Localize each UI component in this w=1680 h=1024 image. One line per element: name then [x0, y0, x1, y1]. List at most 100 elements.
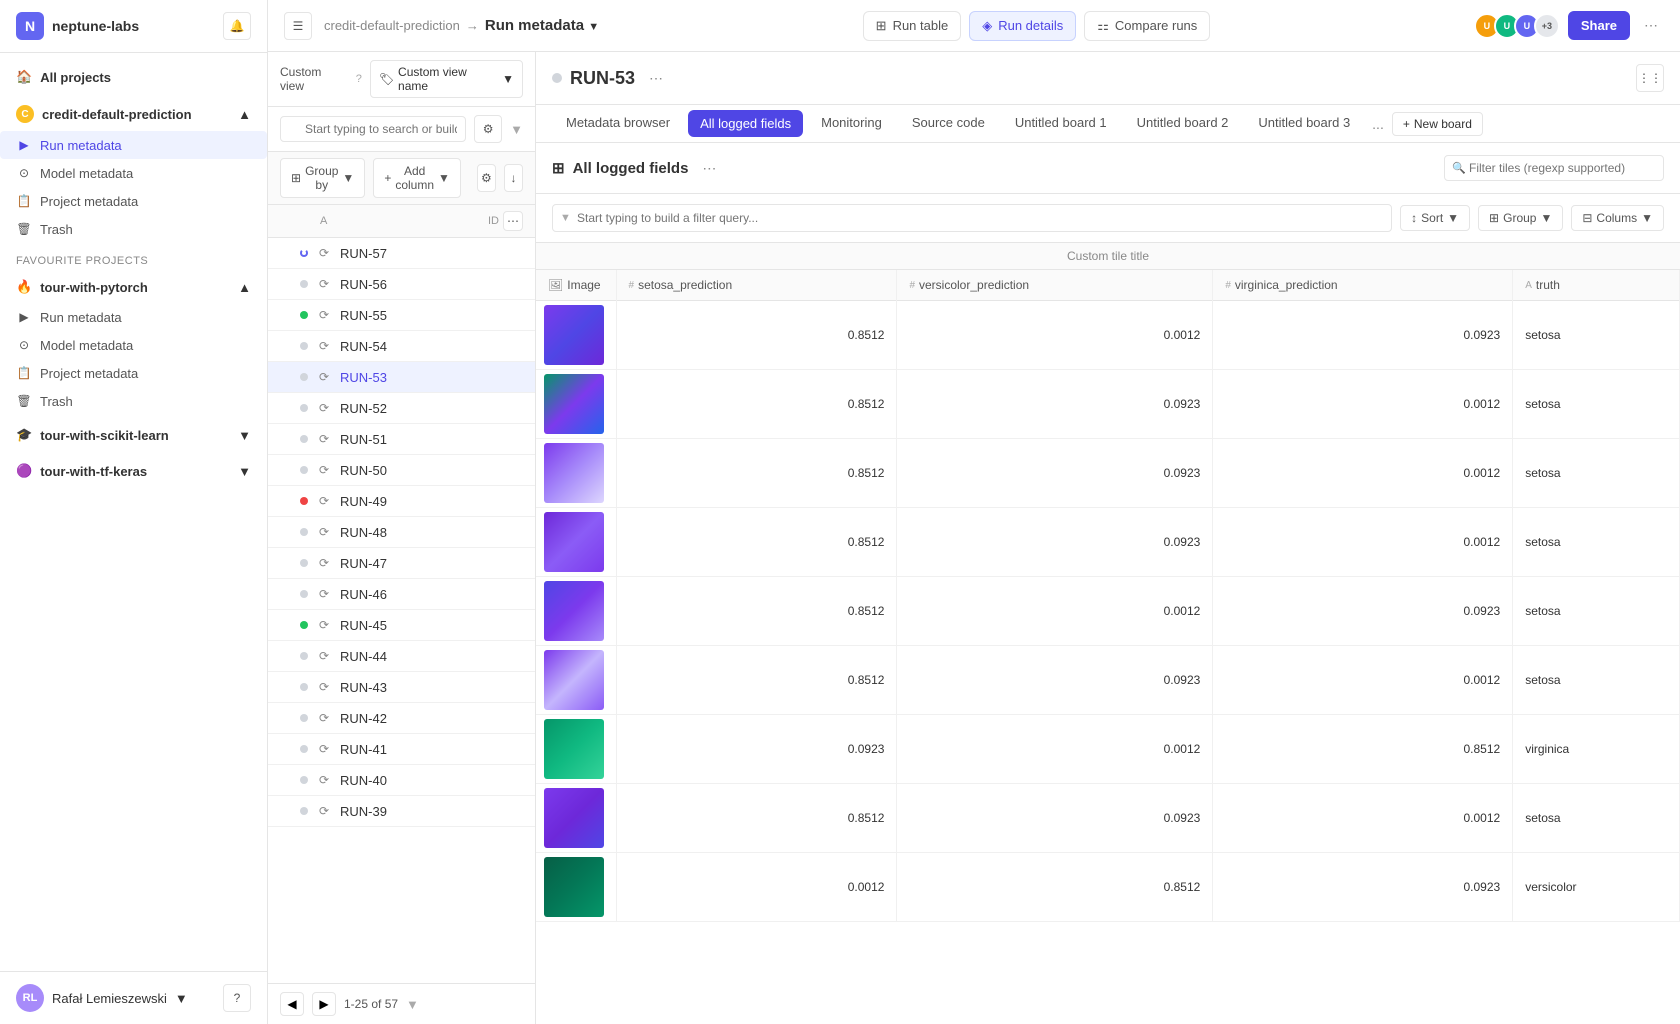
- tab-all-logged-fields[interactable]: All logged fields: [688, 110, 803, 137]
- filter-tiles-input[interactable]: [1444, 155, 1664, 181]
- run-search-input[interactable]: [280, 116, 466, 142]
- run-metadata-label: Run metadata: [40, 138, 122, 153]
- row-2-truth: setosa: [1513, 370, 1680, 439]
- download-button[interactable]: ↓: [504, 164, 523, 192]
- run-item-44[interactable]: ⟳ RUN-44: [268, 641, 535, 672]
- sidebar-toggle-button[interactable]: ☰: [284, 12, 312, 40]
- run-more-button[interactable]: ⋯: [643, 66, 669, 91]
- topbar-more-button[interactable]: ⋯: [1638, 13, 1664, 38]
- run-item-42[interactable]: ⟳ RUN-42: [268, 703, 535, 734]
- run-item-51[interactable]: ⟳ RUN-51: [268, 424, 535, 455]
- run-item-45[interactable]: ⟳ RUN-45: [268, 610, 535, 641]
- run-item-54[interactable]: ⟳ RUN-54: [268, 331, 535, 362]
- sidebar-item-pytorch-project-metadata[interactable]: 📋 Project metadata: [0, 359, 267, 387]
- run-41-type-icon: ⟳: [316, 741, 332, 757]
- adjust-columns-button[interactable]: ⚙: [477, 164, 496, 192]
- sklearn-project-section: 🎓 tour-with-scikit-learn ▼: [0, 419, 267, 451]
- custom-view-name-dropdown[interactable]: 🏷 Custom view name ▼: [370, 60, 523, 98]
- pytorch-project-header[interactable]: 🔥 tour-with-pytorch ▲: [0, 271, 267, 303]
- run-item-49[interactable]: ⟳ RUN-49: [268, 486, 535, 517]
- dropdown-arrow-icon[interactable]: ▼: [588, 21, 599, 33]
- run-item-43[interactable]: ⟳ RUN-43: [268, 672, 535, 703]
- col-versicolor: # versicolor_prediction: [897, 270, 1213, 301]
- topbar-right: U U U +3 Share ⋯: [1474, 11, 1664, 40]
- trash-icon: 🗑: [16, 221, 32, 237]
- run-table-button[interactable]: ⊞ Run table: [863, 11, 962, 41]
- run-51-type-icon: ⟳: [316, 431, 332, 447]
- tab-source-code-label: Source code: [912, 115, 985, 130]
- sidebar-item-pytorch-run-metadata[interactable]: ▶ Run metadata: [0, 303, 267, 331]
- pytorch-model-icon: ⊙: [16, 337, 32, 353]
- sidebar-item-pytorch-model-metadata[interactable]: ⊙ Model metadata: [0, 331, 267, 359]
- run-item-57[interactable]: ⟳ RUN-57: [268, 238, 535, 269]
- main-project-header[interactable]: C credit-default-prediction ▲: [0, 97, 267, 131]
- table-row: 0.0012 0.8512 0.0923 versicolor: [536, 853, 1680, 922]
- tab-metadata-browser[interactable]: Metadata browser: [552, 105, 684, 142]
- data-table[interactable]: 🖼 Image # setosa_prediction: [536, 270, 1680, 1024]
- pagination-chevron-icon[interactable]: ▼: [406, 997, 419, 1012]
- help-button[interactable]: ?: [223, 984, 251, 1012]
- run-41-checkbox: [280, 743, 292, 755]
- group-by-button[interactable]: ⊞ Group by ▼: [280, 158, 365, 198]
- sidebar-item-trash[interactable]: 🗑 Trash: [0, 215, 267, 243]
- keras-project-name: tour-with-tf-keras: [40, 464, 147, 479]
- all-projects-header[interactable]: 🏠 All projects: [0, 61, 267, 93]
- run-54-type-icon: ⟳: [316, 338, 332, 354]
- col-settings-icon[interactable]: ⋯: [503, 211, 523, 231]
- run-item-40[interactable]: ⟳ RUN-40: [268, 765, 535, 796]
- run-details-button[interactable]: ◈ Run details: [969, 11, 1076, 41]
- next-page-button[interactable]: ▶: [312, 992, 336, 1016]
- prev-page-button[interactable]: ◀: [280, 992, 304, 1016]
- sidebar-item-project-metadata[interactable]: 📋 Project metadata: [0, 187, 267, 215]
- workspace-logo[interactable]: N neptune-labs: [16, 12, 139, 40]
- share-button[interactable]: Share: [1568, 11, 1630, 40]
- group-button[interactable]: ⊞ Group ▼: [1478, 205, 1563, 231]
- run-item-47[interactable]: ⟳ RUN-47: [268, 548, 535, 579]
- add-column-button[interactable]: + Add column ▼: [373, 158, 461, 198]
- run-search-settings-button[interactable]: ⚙: [474, 115, 502, 143]
- group-chevron-icon: ▼: [1540, 211, 1552, 225]
- filter-query-input[interactable]: [552, 204, 1392, 232]
- run-item-55[interactable]: ⟳ RUN-55: [268, 300, 535, 331]
- sidebar-item-model-metadata[interactable]: ⊙ Model metadata: [0, 159, 267, 187]
- table-row: 0.8512 0.0012 0.0923 setosa: [536, 577, 1680, 646]
- tab-untitled-board-1[interactable]: Untitled board 1: [1001, 105, 1121, 142]
- run-55-status: [300, 311, 308, 319]
- run-item-53[interactable]: ⟳ RUN-53: [268, 362, 535, 393]
- columns-button[interactable]: ⊟ Colums ▼: [1571, 205, 1664, 231]
- new-board-button[interactable]: + New board: [1392, 112, 1483, 136]
- versicolor-col-type-icon: #: [909, 280, 915, 291]
- keras-project-header[interactable]: 🟣 tour-with-tf-keras ▼: [0, 455, 267, 487]
- notification-bell-icon[interactable]: 🔔: [223, 12, 251, 40]
- sklearn-project-header[interactable]: 🎓 tour-with-scikit-learn ▼: [0, 419, 267, 451]
- col-virginica: # virginica_prediction: [1213, 270, 1513, 301]
- run-47-name: RUN-47: [340, 556, 387, 571]
- tab-monitoring[interactable]: Monitoring: [807, 105, 896, 142]
- run-items-list: ⟳ RUN-57 ⟳ RUN-56 ⟳ RUN-55: [268, 238, 535, 983]
- sort-button[interactable]: ↕ Sort ▼: [1400, 205, 1470, 231]
- user-info[interactable]: RL Rafał Lemieszewski ▼: [16, 984, 188, 1012]
- tab-untitled-board-2[interactable]: Untitled board 2: [1123, 105, 1243, 142]
- row-2-virginica: 0.0012: [1213, 370, 1513, 439]
- more-tabs-button[interactable]: ...: [1366, 112, 1390, 136]
- row-9-virginica: 0.0923: [1213, 853, 1513, 922]
- model-metadata-icon: ⊙: [16, 165, 32, 181]
- tab-source-code[interactable]: Source code: [898, 105, 999, 142]
- run-item-52[interactable]: ⟳ RUN-52: [268, 393, 535, 424]
- run-item-39[interactable]: ⟳ RUN-39: [268, 796, 535, 827]
- detail-options-button[interactable]: ⋮⋮: [1636, 64, 1664, 92]
- run-item-50[interactable]: ⟳ RUN-50: [268, 455, 535, 486]
- sidebar-item-pytorch-trash[interactable]: 🗑 Trash: [0, 387, 267, 415]
- add-column-chevron-icon: ▼: [438, 171, 450, 185]
- fields-more-button[interactable]: ⋯: [696, 156, 722, 181]
- filter-query-wrap: ▼: [552, 204, 1392, 232]
- run-item-48[interactable]: ⟳ RUN-48: [268, 517, 535, 548]
- sklearn-icon: 🎓: [16, 427, 32, 443]
- run-item-56[interactable]: ⟳ RUN-56: [268, 269, 535, 300]
- sidebar-item-run-metadata[interactable]: ▶ Run metadata: [0, 131, 267, 159]
- run-item-46[interactable]: ⟳ RUN-46: [268, 579, 535, 610]
- run-item-41[interactable]: ⟳ RUN-41: [268, 734, 535, 765]
- run-51-name: RUN-51: [340, 432, 387, 447]
- tab-untitled-board-3[interactable]: Untitled board 3: [1244, 105, 1364, 142]
- compare-runs-button[interactable]: ⚏ Compare runs: [1084, 11, 1210, 41]
